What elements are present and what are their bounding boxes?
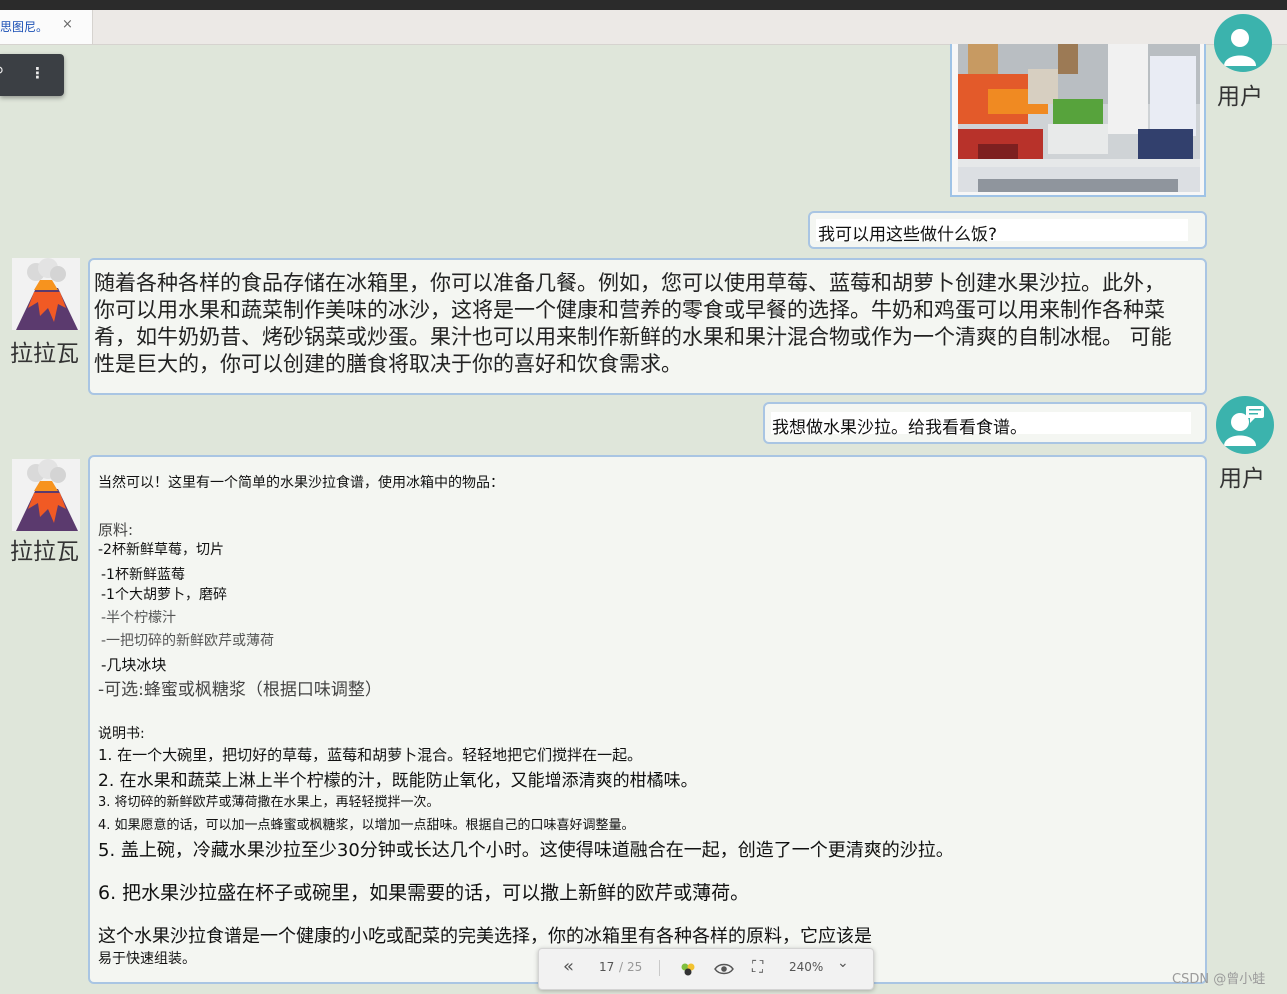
watermark: CSDN @曾小蛙 (1172, 972, 1266, 987)
fridge-photo-frame (950, 44, 1206, 197)
search-icon[interactable]: ⚲ (0, 65, 4, 80)
fridge-photo (958, 44, 1200, 192)
ingredient-item: -可选:蜂蜜或枫糖浆（根据口味调整） (98, 680, 382, 700)
user-message-text: 我想做水果沙拉。给我看看食谱。 (772, 418, 1027, 438)
color-theme-icon[interactable] (679, 960, 697, 978)
user-name-label: 用户 (1217, 84, 1263, 110)
more-options-icon[interactable]: ⋮ (30, 64, 45, 82)
zoom-level[interactable]: 240% (789, 960, 823, 974)
instruction-step: 3. 将切碎的新鲜欧芹或薄荷撒在水果上，再轻轻搅拌一次。 (98, 795, 440, 810)
ingredient-item: -一把切碎的新鲜欧芹或薄荷 (101, 633, 275, 649)
instructions-title: 说明书: (98, 726, 145, 742)
tab-strip: 思图尼。 × (0, 10, 1287, 45)
ingredient-item: -1杯新鲜蓝莓 (101, 567, 185, 583)
browser-tab[interactable]: 思图尼。 × (0, 10, 93, 44)
instruction-step: 2. 在水果和蔬菜上淋上半个柠檬的汁，既能防止氧化，又能增添清爽的柑橘味。 (98, 771, 698, 791)
user-avatar (1216, 396, 1274, 454)
ingredient-item: -1个大胡萝卜，磨碎 (101, 587, 227, 603)
user-message-bubble: 我可以用这些做什么饭? (808, 211, 1207, 249)
page-separator: / (619, 960, 624, 974)
recipe-closing: 这个水果沙拉食谱是一个健康的小吃或配菜的完美选择，你的冰箱里有各种各样的原料，它… (98, 926, 872, 947)
toolbar-divider (659, 960, 660, 976)
tab-title: 思图尼。 (0, 20, 49, 34)
floating-toolbar: ⚲ ⋮ (0, 54, 64, 96)
user-chat-icon (1224, 406, 1264, 446)
page-total: 25 (627, 960, 643, 974)
bot-message-bubble: 随着各种各样的食品存储在冰箱里，你可以准备几餐。例如，您可以使用草莓、蓝莓和胡萝… (88, 258, 1207, 395)
volcano-icon (12, 258, 80, 330)
window-top-bar (0, 0, 1287, 10)
bot-avatar (12, 258, 80, 330)
user-silhouette-icon (1224, 29, 1256, 66)
user-name-label: 用户 (1219, 466, 1265, 492)
ingredient-item: -2杯新鲜草莓，切片 (98, 542, 224, 558)
recipe-message-bubble: 当然可以！这里有一个简单的水果沙拉食谱，使用冰箱中的物品： 原料: -2杯新鲜草… (88, 455, 1207, 984)
pdf-viewer-toolbar: « 17 / 25 ⛶ 240% ⌄ (538, 948, 874, 990)
zoom-dropdown-icon[interactable]: ⌄ (837, 955, 849, 971)
user-message-text: 我可以用这些做什么饭? (818, 225, 998, 245)
instruction-step: 4. 如果愿意的话，可以加一点蜂蜜或枫糖浆，以增加一点甜味。根据自己的口味喜好调… (98, 818, 635, 833)
fullscreen-icon[interactable]: ⛶ (752, 957, 763, 977)
recipe-closing: 易于快速组装。 (98, 951, 196, 967)
instruction-step: 1. 在一个大碗里，把切好的草莓，蓝莓和胡萝卜混合。轻轻地把它们搅拌在一起。 (98, 746, 643, 764)
ingredient-item: -几块冰块 (101, 656, 167, 674)
eye-icon[interactable] (714, 962, 734, 976)
ingredients-title: 原料: (98, 521, 134, 539)
bot-name-label: 拉拉瓦 (10, 341, 79, 367)
volcano-icon (12, 459, 80, 531)
user-avatar (1214, 14, 1272, 72)
recipe-intro: 当然可以！这里有一个简单的水果沙拉食谱，使用冰箱中的物品： (98, 475, 504, 491)
instruction-step: 6. 把水果沙拉盛在杯子或碗里，如果需要的话，可以撒上新鲜的欧芹或薄荷。 (98, 882, 750, 904)
bot-name-label: 拉拉瓦 (10, 539, 79, 565)
bot-message-text: 随着各种各样的食品存储在冰箱里，你可以准备几餐。例如，您可以使用草莓、蓝莓和胡萝… (94, 271, 1172, 376)
bot-avatar (12, 459, 80, 531)
tab-close-icon[interactable]: × (62, 17, 73, 32)
ingredient-item: -半个柠檬汁 (101, 610, 177, 626)
instruction-step: 5. 盖上碗，冷藏水果沙拉至少30分钟或长达几个小时。这使得味道融合在一起，创造… (98, 840, 954, 861)
user-message-bubble: 我想做水果沙拉。给我看看食谱。 (763, 402, 1207, 444)
page-current[interactable]: 17 (599, 960, 614, 974)
previous-page-icon[interactable]: « (563, 956, 574, 977)
